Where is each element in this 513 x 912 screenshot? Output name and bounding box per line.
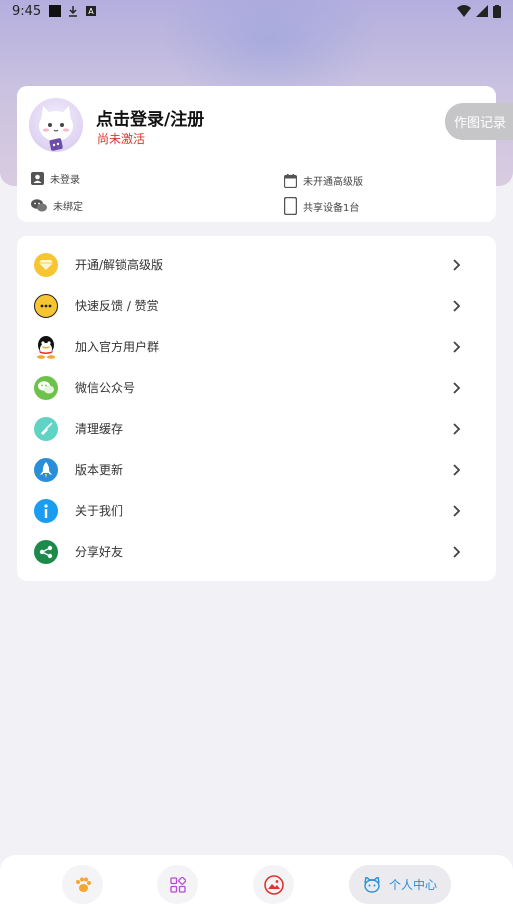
chevron-right-icon — [453, 258, 461, 271]
nav-tab-home[interactable] — [62, 865, 103, 904]
menu-label: 微信公众号 — [75, 381, 136, 395]
battery-icon — [493, 4, 501, 18]
nav-tab-gallery[interactable] — [253, 865, 294, 904]
chevron-right-icon — [453, 340, 461, 353]
paw-icon — [75, 877, 91, 892]
wechat-outline-icon — [31, 199, 47, 212]
chevron-right-icon — [453, 381, 461, 394]
menu-item-version-update[interactable]: 版本更新 — [17, 449, 496, 490]
menu-item-join-group[interactable]: 加入官方用户群 — [17, 326, 496, 367]
menu-item-feedback[interactable]: 快速反馈 / 赞赏 — [17, 285, 496, 326]
wechat-icon — [34, 375, 58, 400]
grid-icon — [169, 876, 186, 893]
menu-list: 开通/解锁高级版 快速反馈 / 赞赏 加入官方用户群 微信公众号 清理缓存 版本… — [17, 236, 496, 581]
menu-label: 版本更新 — [75, 463, 124, 477]
activation-status: 尚未激活 — [97, 132, 146, 146]
feedback-icon — [34, 293, 58, 318]
chevron-right-icon — [453, 504, 461, 517]
status-bar-right — [457, 4, 501, 18]
phone-icon — [284, 197, 297, 215]
login-state-info: 未登录 — [31, 171, 80, 186]
cat-icon — [364, 876, 380, 893]
menu-item-share-friends[interactable]: 分享好友 — [17, 531, 496, 572]
device-share-label: 共享设备1台 — [303, 202, 360, 214]
menu-label: 分享好友 — [75, 545, 124, 559]
signal-icon — [476, 5, 488, 17]
chevron-right-icon — [453, 422, 461, 435]
chevron-right-icon — [453, 299, 461, 312]
menu-label: 关于我们 — [75, 504, 124, 518]
image-icon — [263, 874, 284, 895]
menu-label: 加入官方用户群 — [75, 340, 160, 354]
drawing-records-button[interactable]: 作图记录 — [445, 103, 513, 140]
menu-item-clear-cache[interactable]: 清理缓存 — [17, 408, 496, 449]
nav-tab-label: 个人中心 — [388, 878, 437, 892]
wifi-icon — [457, 5, 471, 17]
menu-label: 快速反馈 / 赞赏 — [75, 299, 159, 313]
menu-item-wechat-official[interactable]: 微信公众号 — [17, 367, 496, 408]
cat-avatar-icon — [39, 106, 73, 151]
info-icon — [34, 498, 58, 523]
broom-icon — [34, 416, 58, 441]
device-share-info: 共享设备1台 — [284, 197, 359, 215]
menu-label: 开通/解锁高级版 — [75, 258, 164, 272]
rocket-icon — [34, 457, 58, 482]
nav-tab-profile[interactable]: 个人中心 — [349, 865, 451, 904]
avatar[interactable] — [29, 98, 83, 152]
app-notification-icon: A — [86, 6, 97, 16]
notification-square-icon — [49, 5, 62, 17]
nav-tab-tools[interactable] — [157, 865, 198, 904]
menu-item-about-us[interactable]: 关于我们 — [17, 490, 496, 531]
wechat-state-label: 未绑定 — [53, 202, 83, 213]
menu-label: 清理缓存 — [75, 422, 124, 436]
bottom-navigation: 个人中心 — [0, 855, 513, 912]
chevron-right-icon — [453, 463, 461, 476]
share-icon — [34, 539, 58, 564]
diamond-icon — [34, 252, 58, 277]
user-card-icon — [31, 172, 44, 185]
premium-state-label: 未开通高级版 — [303, 177, 363, 188]
wechat-state-info: 未绑定 — [31, 198, 83, 213]
profile-card[interactable]: 点击登录/注册 尚未激活 未登录 未开通高级版 未绑定 共享设备1台 — [17, 86, 496, 222]
menu-item-unlock-premium[interactable]: 开通/解锁高级版 — [17, 244, 496, 285]
download-icon — [69, 6, 78, 17]
qq-icon — [34, 335, 58, 359]
calendar-icon — [284, 173, 297, 188]
login-register-link[interactable]: 点击登录/注册 — [96, 105, 204, 130]
status-time: 9:45 — [12, 3, 42, 19]
chevron-right-icon — [453, 545, 461, 558]
premium-state-info: 未开通高级版 — [284, 173, 363, 188]
svg-text:A: A — [88, 7, 94, 16]
status-bar: 9:45 A — [0, 0, 513, 22]
login-state-label: 未登录 — [50, 175, 80, 186]
